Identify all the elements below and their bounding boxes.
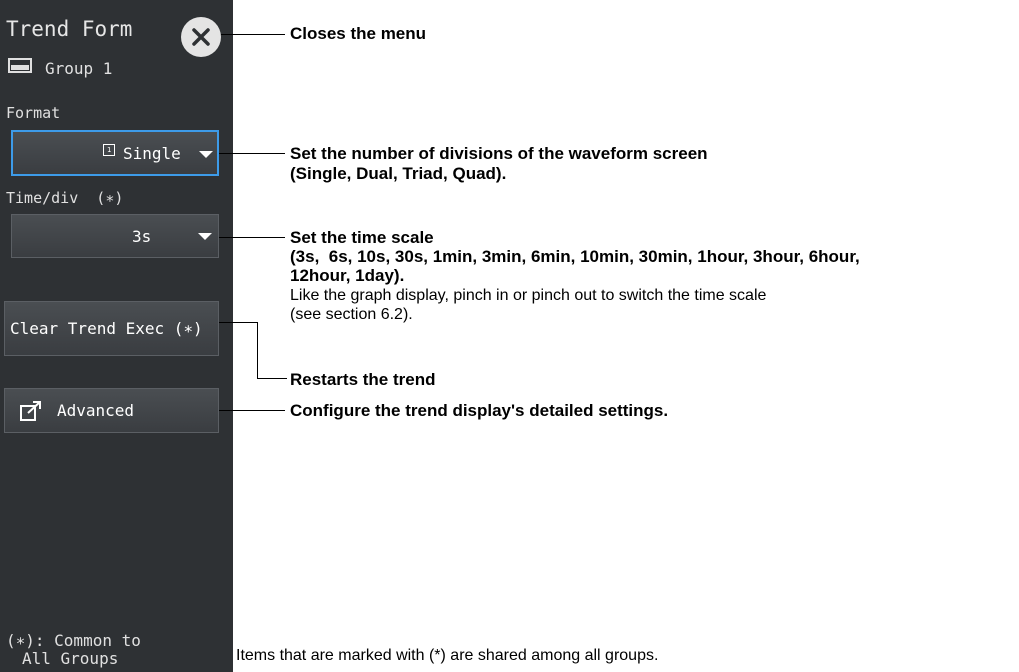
timediv-dropdown[interactable]: 3s (11, 214, 219, 258)
format-label: Format (6, 104, 61, 122)
timediv-label: Time/div (∗) (6, 189, 124, 207)
callout-timescale-note1: Like the graph display, pinch in or pinc… (290, 287, 767, 304)
clear-trend-exec-button[interactable]: Clear Trend Exec (∗) (4, 301, 219, 356)
footer-note-line1: (∗): Common to (6, 631, 141, 650)
callout-timescale-line1: Set the time scale (290, 228, 434, 247)
panel-title: Trend Form (6, 17, 133, 41)
group-icon (8, 58, 32, 73)
leader-line-restart-h1 (219, 322, 257, 323)
trend-form-panel: Trend Form Group 1 Format Single Time/di… (0, 0, 233, 672)
close-button[interactable] (181, 17, 221, 57)
leader-line-format (219, 153, 285, 154)
callout-restart: Restarts the trend (290, 370, 436, 389)
format-dropdown[interactable]: Single (11, 130, 219, 176)
chevron-down-icon (199, 151, 213, 158)
clear-trend-exec-label: Clear Trend Exec (∗) (10, 319, 203, 338)
advanced-button[interactable]: Advanced (4, 388, 219, 433)
leader-line-restart-h2 (257, 378, 287, 379)
leader-line-timescale (219, 237, 285, 238)
close-icon (192, 28, 210, 46)
callout-timescale-line3: 12hour, 1day). (290, 266, 405, 285)
callout-timescale-note2: (see section 6.2). (290, 306, 413, 323)
timediv-value: 3s (132, 227, 152, 246)
single-layout-icon (103, 144, 115, 156)
callout-timescale-line2: (3s, 6s, 10s, 30s, 1min, 3min, 6min, 10m… (290, 247, 860, 266)
chevron-down-icon (198, 233, 212, 240)
callout-format-line1: Set the number of divisions of the wavef… (290, 144, 708, 163)
callout-format-line2: (Single, Dual, Triad, Quad). (290, 164, 507, 183)
format-value: Single (123, 144, 181, 163)
group-label: Group 1 (45, 59, 113, 78)
leader-line-restart-v (257, 322, 258, 379)
callout-close: Closes the menu (290, 24, 427, 43)
callout-advanced: Configure the trend display's detailed s… (290, 401, 669, 420)
leader-line-close (221, 34, 285, 35)
leader-line-advanced (219, 410, 285, 411)
footer-note-line2: All Groups (22, 649, 119, 668)
external-link-icon (20, 401, 41, 421)
advanced-label: Advanced (57, 401, 135, 420)
callout-footer: Items that are marked with (*) are share… (236, 647, 659, 664)
